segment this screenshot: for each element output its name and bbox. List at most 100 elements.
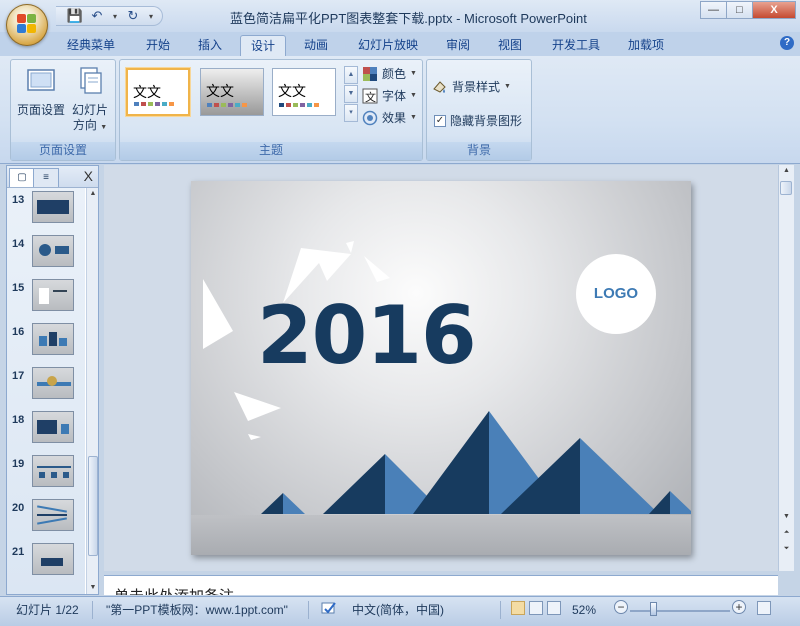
slide-number: 20 [12, 502, 25, 514]
scroll-down-icon[interactable]: ▼ [87, 582, 99, 594]
tab-insert[interactable]: 插入 [190, 35, 230, 56]
slide-thumbnail[interactable]: 17 [7, 364, 85, 408]
slides-pane: ▢ ≡ X 13 14 15 16 17 18 19 20 21 ▲ ▼ [6, 165, 99, 595]
gallery-down-icon[interactable]: ▼ [344, 85, 358, 103]
maximize-button[interactable]: □ [726, 1, 753, 19]
background-group-label: 背景 [427, 142, 531, 160]
zoom-slider-thumb[interactable] [650, 602, 657, 616]
notes-placeholder[interactable]: 单击此处添加备注 [114, 585, 234, 595]
tab-view[interactable]: 视图 [490, 35, 530, 56]
fit-to-window-icon[interactable] [757, 601, 771, 615]
status-bar: 幻灯片 1/22 "第一PPT模板网：www.1ppt.com" 中文(简体，中… [0, 596, 800, 626]
slide-sorter-view-button[interactable] [529, 601, 543, 615]
slide-thumbnail[interactable]: 13 [7, 188, 85, 232]
close-button[interactable]: X [752, 1, 796, 19]
slide-orientation-button[interactable]: 幻灯片 方向 ▼ [67, 66, 113, 135]
hide-background-label: 隐藏背景图形 [450, 114, 523, 128]
tab-slideshow[interactable]: 幻灯片放映 [350, 35, 426, 56]
fonts-label: 字体 [382, 89, 407, 103]
group-background: 背景样式▼ ✓ 隐藏背景图形 ⬊ 背景 [426, 59, 532, 161]
orientation-label-1: 幻灯片 [71, 103, 108, 117]
slides-pane-scrollbar[interactable]: ▲ ▼ [86, 188, 98, 594]
hide-background-checkbox[interactable]: ✓ [434, 114, 446, 127]
slide-thumbnail[interactable]: 21 [7, 540, 85, 584]
save-icon[interactable]: 💾 [66, 8, 84, 24]
next-slide-icon[interactable]: ⏷ [779, 543, 794, 555]
tab-design[interactable]: 设计 [240, 35, 286, 56]
tab-addins[interactable]: 加载项 [620, 35, 672, 56]
mountain-shape [649, 491, 670, 514]
theme-colors-button[interactable]: 颜色 ▼ [362, 65, 417, 82]
slideshow-view-button[interactable] [547, 601, 561, 615]
tab-review[interactable]: 审阅 [438, 35, 478, 56]
gallery-up-icon[interactable]: ▲ [344, 66, 358, 84]
zoom-level[interactable]: 52% [572, 600, 596, 620]
theme-thumb-text: 文文 [133, 84, 161, 100]
close-pane-icon[interactable]: X [84, 168, 93, 184]
slide-number: 16 [12, 326, 25, 338]
scroll-thumb[interactable] [88, 456, 98, 556]
minimize-button[interactable]: — [700, 1, 727, 19]
group-page-setup: 页面设置 幻灯片 方向 ▼ 页面设置 [10, 59, 116, 161]
normal-view-button[interactable] [511, 601, 525, 615]
redo-icon[interactable]: ↻ [124, 8, 142, 24]
fonts-icon: 文 [362, 88, 378, 104]
logo-placeholder[interactable]: LOGO [576, 254, 656, 334]
theme-alternate[interactable]: 文文 [272, 68, 336, 116]
slide-number: 21 [12, 546, 25, 558]
slide-number: 17 [12, 370, 25, 382]
theme-current[interactable]: 文文 [200, 68, 264, 116]
background-styles-icon [433, 80, 446, 93]
mountain-shape [283, 493, 305, 514]
scroll-down-icon[interactable]: ▼ [779, 511, 794, 523]
office-button[interactable] [6, 4, 48, 46]
background-styles-button[interactable]: 背景样式 ▼ [432, 78, 511, 95]
zoom-slider-track[interactable] [630, 610, 730, 612]
slide-thumbnail[interactable]: 15 [7, 276, 85, 320]
page-setup-icon [27, 69, 55, 91]
notes-pane[interactable]: 单击此处添加备注 [104, 575, 778, 595]
slide-scrollbar[interactable]: ▲ ▼ ⏶ ⏷ [778, 165, 794, 571]
slide-thumbnail[interactable]: 20 [7, 496, 85, 540]
undo-dropdown-icon[interactable]: ▾ [110, 8, 120, 24]
slide-thumbnail[interactable]: 14 [7, 232, 85, 276]
slides-tab-icon[interactable]: ▢ [9, 168, 35, 187]
gallery-more-icon[interactable]: ▾ [344, 104, 358, 122]
office-logo-icon [17, 14, 37, 34]
undo-icon[interactable]: ↶ [88, 8, 106, 24]
slide-year-text[interactable]: 2016 [257, 289, 477, 382]
scroll-up-icon[interactable]: ▲ [779, 165, 794, 177]
theme-office[interactable]: 文文 [126, 68, 190, 116]
tab-home[interactable]: 开始 [138, 35, 178, 56]
colors-label: 颜色 [382, 67, 407, 81]
slide-thumbnail[interactable]: 16 [7, 320, 85, 364]
window-controls: — □ X [700, 1, 796, 19]
page-setup-button[interactable]: 页面设置 [15, 66, 67, 118]
tab-developer[interactable]: 开发工具 [544, 35, 608, 56]
previous-slide-icon[interactable]: ⏶ [779, 527, 794, 539]
page-setup-label: 页面设置 [16, 103, 65, 117]
language-indicator[interactable]: 中文(简体，中国) [352, 600, 444, 620]
slide-thumbnail[interactable]: 19 [7, 452, 85, 496]
current-slide[interactable]: 2016 LOGO [191, 181, 691, 555]
title-bar: 💾 ↶ ▾ ↻ ▾ 蓝色简洁扁平化PPT图表整套下载.pptx - Micros… [0, 0, 800, 32]
theme-thumb-text: 文文 [206, 83, 234, 99]
outline-tab-icon[interactable]: ≡ [33, 168, 59, 187]
mountain-shape [670, 491, 691, 514]
slide-thumbnail[interactable]: 18 [7, 408, 85, 452]
background-styles-label: 背景样式 [452, 80, 501, 94]
zoom-in-button[interactable]: + [732, 600, 746, 614]
spellcheck-icon[interactable] [320, 600, 338, 620]
scroll-up-icon[interactable]: ▲ [87, 188, 99, 200]
group-themes: 文文 文文 文文 ▲ ▼ ▾ 颜色 ▼ 文 字体 ▼ 效果 ▼ 主题 [119, 59, 423, 161]
tab-animations[interactable]: 动画 [296, 35, 336, 56]
customize-qat-icon[interactable]: ▾ [146, 8, 156, 24]
tab-classic-menu[interactable]: 经典菜单 [60, 35, 122, 56]
zoom-out-button[interactable]: − [614, 600, 628, 614]
slide-number: 18 [12, 414, 25, 426]
theme-effects-button[interactable]: 效果 ▼ [362, 109, 417, 126]
scroll-thumb[interactable] [780, 181, 792, 195]
help-icon[interactable]: ? [780, 36, 794, 50]
hide-background-graphics[interactable]: ✓ 隐藏背景图形 [434, 112, 522, 129]
theme-fonts-button[interactable]: 文 字体 ▼ [362, 87, 417, 104]
